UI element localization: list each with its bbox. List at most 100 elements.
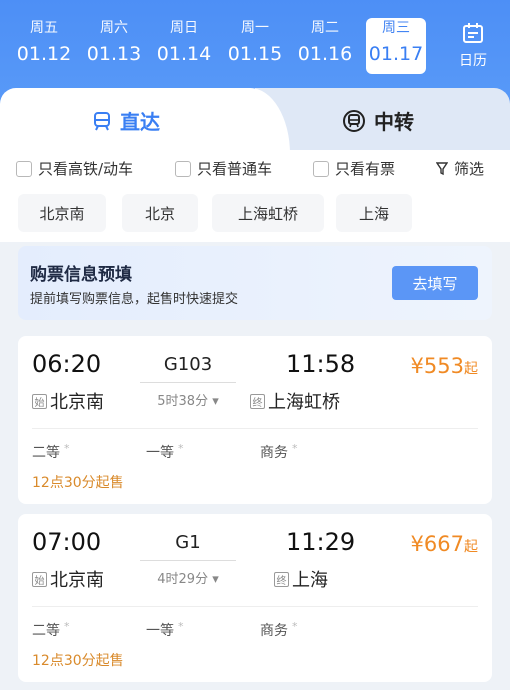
departure-time: 06:20 (32, 350, 102, 378)
origin-tag: 始 (32, 393, 47, 409)
station-chip[interactable]: 上海 (336, 194, 412, 232)
divider (32, 606, 478, 607)
seat-label: 商务 (260, 623, 288, 639)
transfer-train-icon (343, 109, 365, 132)
weekday-label: 周二 (311, 20, 339, 36)
caret-down-icon: ▾ (212, 572, 219, 587)
date-item-0114[interactable]: 周日 01.14 (154, 18, 214, 74)
filter-high-speed[interactable]: 只看高铁/动车 (16, 158, 133, 179)
calendar-icon (463, 23, 483, 43)
duration-text: 4时29分 (157, 572, 209, 587)
train-icon (94, 111, 110, 130)
prefill-button[interactable]: 去填写 (392, 266, 478, 300)
tab-direct-text: 直达 (120, 110, 160, 134)
terminal-tag: 终 (274, 571, 289, 587)
departure-station-name: 北京南 (50, 570, 104, 591)
seat-label: 一等 (146, 623, 174, 639)
sale-time: 12点30分起售 (32, 475, 124, 491)
terminal-tag: 终 (250, 393, 265, 409)
sale-time: 12点30分起售 (32, 653, 124, 669)
arrival-station-name: 上海 (292, 570, 328, 591)
duration-text: 5时38分 (157, 394, 209, 409)
date-item-0115[interactable]: 周一 01.15 (225, 18, 285, 74)
tab-transfer-text: 中转 (374, 110, 414, 134)
filter-label: 只看高铁/动车 (38, 160, 134, 178)
date-label: 01.15 (227, 43, 283, 65)
prefill-subtitle: 提前填写购票信息，起售时快速提交 (30, 292, 239, 307)
origin-tag: 始 (32, 571, 47, 587)
seat-label: 商务 (260, 445, 288, 461)
seat-second-class: 二等 * (32, 442, 70, 462)
seat-label: 二等 (32, 445, 60, 461)
divider (140, 382, 236, 383)
date-label: 01.13 (86, 43, 142, 65)
weekday-label: 周五 (30, 20, 58, 36)
weekday-label: 周三 (382, 20, 410, 36)
tab-transfer-label[interactable]: 中转 (342, 106, 414, 135)
date-item-0113[interactable]: 周六 01.13 (84, 18, 144, 74)
date-item-0117-selected[interactable]: 周三 01.17 (366, 18, 426, 74)
filter-label: 只看有票 (335, 160, 396, 178)
filter-button[interactable]: 筛选 (436, 158, 484, 179)
checkbox[interactable] (175, 160, 191, 177)
calendar-button[interactable]: 日历 (448, 22, 498, 70)
prefill-banner: 购票信息预填 提前填写购票信息，起售时快速提交 去填写 (18, 246, 492, 320)
seat-label: 二等 (32, 623, 60, 639)
price-suffix: 起 (464, 539, 478, 555)
departure-time: 07:00 (32, 528, 102, 556)
station-chip[interactable]: 北京 (122, 194, 198, 232)
date-label: 01.12 (16, 43, 72, 65)
station-chip[interactable]: 上海虹桥 (212, 194, 324, 232)
divider (32, 428, 478, 429)
seat-mark: * (178, 620, 184, 633)
tab-direct-label[interactable]: 直达 (92, 106, 160, 135)
date-label: 01.14 (156, 43, 212, 65)
filter-normal-train[interactable]: 只看普通车 (175, 158, 272, 179)
divider (140, 560, 236, 561)
weekday-label: 周日 (170, 20, 198, 36)
date-label: 01.16 (297, 43, 353, 65)
filter-has-ticket[interactable]: 只看有票 (313, 158, 395, 179)
checkbox[interactable] (313, 160, 329, 177)
date-label: 01.17 (368, 43, 424, 65)
train-card[interactable]: 07:00 G1 4时29分 ▾ 11:29 始 北京南 终 上海 ¥667起 … (18, 514, 492, 682)
caret-down-icon: ▾ (212, 394, 219, 409)
seat-first-class: 一等 * (146, 442, 184, 462)
train-card[interactable]: 06:20 G103 5时38分 ▾ 11:58 始 北京南 终 上海虹桥 ¥5… (18, 336, 492, 504)
weekday-label: 周一 (241, 20, 269, 36)
arrival-station: 终 上海虹桥 (250, 388, 340, 414)
arrival-time: 11:29 (286, 528, 356, 556)
duration[interactable]: 4时29分 ▾ (140, 568, 236, 587)
date-item-0116[interactable]: 周二 01.16 (295, 18, 355, 74)
price-suffix: 起 (464, 361, 478, 377)
seat-label: 一等 (146, 445, 174, 461)
departure-station-name: 北京南 (50, 392, 104, 413)
seat-mark: * (292, 620, 298, 633)
duration[interactable]: 5时38分 ▾ (140, 390, 236, 409)
seat-first-class: 一等 * (146, 620, 184, 640)
filter-bar: 只看高铁/动车 只看普通车 只看有票 筛选 (0, 150, 510, 186)
checkbox[interactable] (16, 160, 32, 177)
content: 只看高铁/动车 只看普通车 只看有票 筛选 北京南 北京 上海虹桥 上海 购票信… (0, 150, 510, 690)
seat-business: 商务 * (260, 620, 298, 640)
seat-mark: * (292, 442, 298, 455)
funnel-icon (436, 161, 448, 175)
seat-business: 商务 * (260, 442, 298, 462)
seat-second-class: 二等 * (32, 620, 70, 640)
train-number: G1 (175, 532, 201, 553)
route-tabs: 直达 中转 (0, 88, 510, 154)
station-chip[interactable]: 北京南 (18, 194, 106, 232)
filter-label: 只看普通车 (197, 160, 273, 178)
weekday-label: 周六 (100, 20, 128, 36)
date-item-0112[interactable]: 周五 01.12 (14, 18, 74, 74)
station-chips: 北京南 北京 上海虹桥 上海 (0, 186, 510, 242)
price: ¥667起 (411, 532, 478, 556)
filter-button-label: 筛选 (454, 160, 485, 178)
train-number: G103 (163, 354, 213, 375)
arrival-station: 终 上海 (274, 566, 328, 592)
price-value: ¥553 (410, 354, 464, 378)
price-value: ¥667 (410, 532, 464, 556)
prefill-title: 购票信息预填 (30, 265, 132, 285)
price: ¥553起 (411, 354, 478, 378)
seat-mark: * (64, 620, 70, 633)
